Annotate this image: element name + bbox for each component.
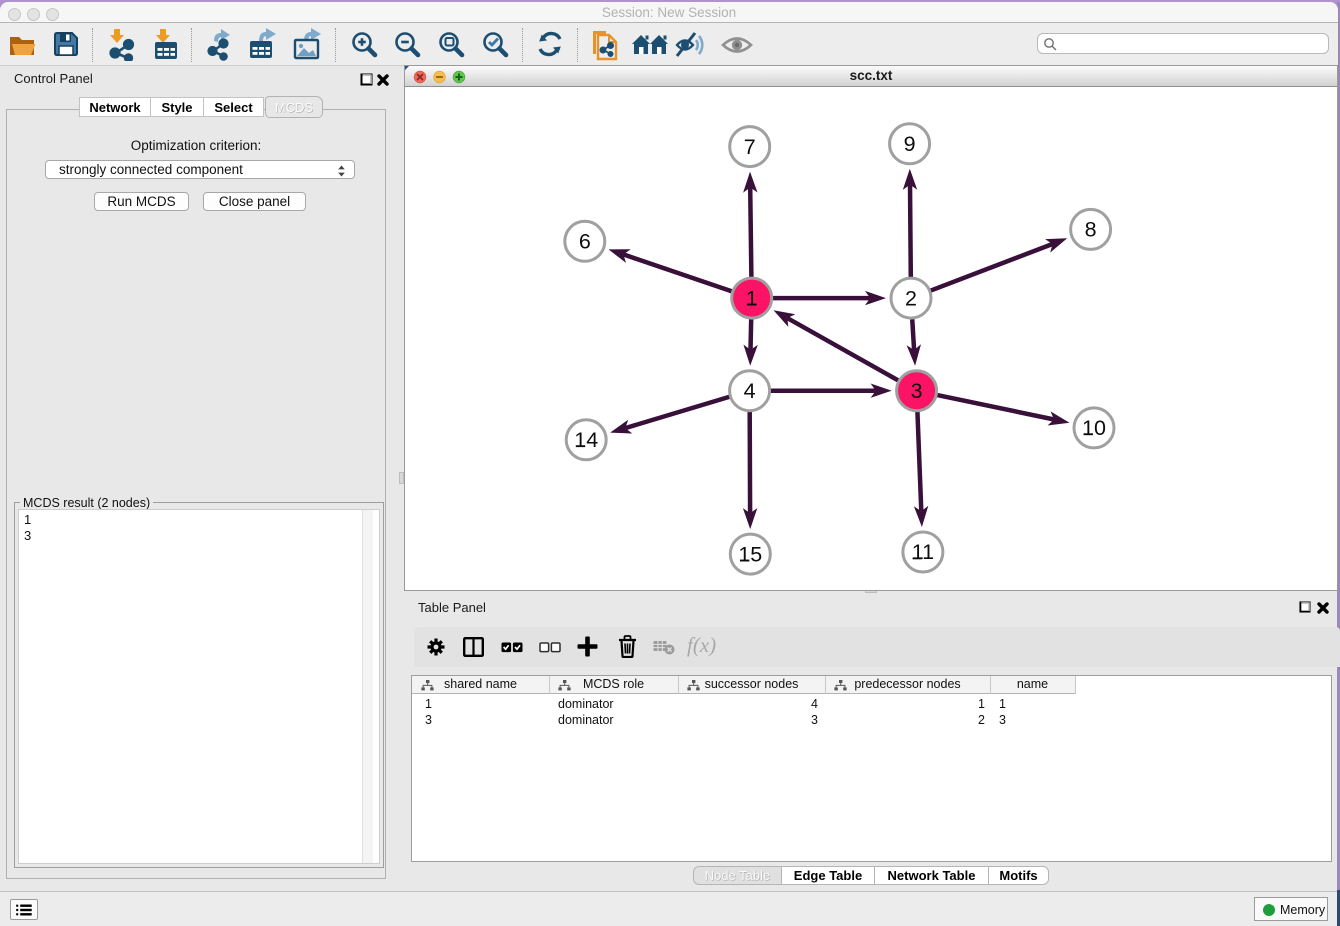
svg-text:8: 8 [1085, 218, 1097, 242]
svg-text:9: 9 [904, 132, 916, 156]
svg-text:2: 2 [905, 286, 917, 310]
svg-text:3: 3 [911, 379, 923, 403]
svg-text:15: 15 [738, 542, 762, 566]
svg-text:7: 7 [744, 135, 756, 159]
svg-text:10: 10 [1082, 416, 1106, 440]
svg-text:14: 14 [574, 428, 598, 452]
svg-text:1: 1 [746, 286, 758, 310]
svg-text:4: 4 [744, 379, 756, 403]
svg-text:6: 6 [579, 230, 591, 254]
svg-text:11: 11 [912, 540, 934, 564]
